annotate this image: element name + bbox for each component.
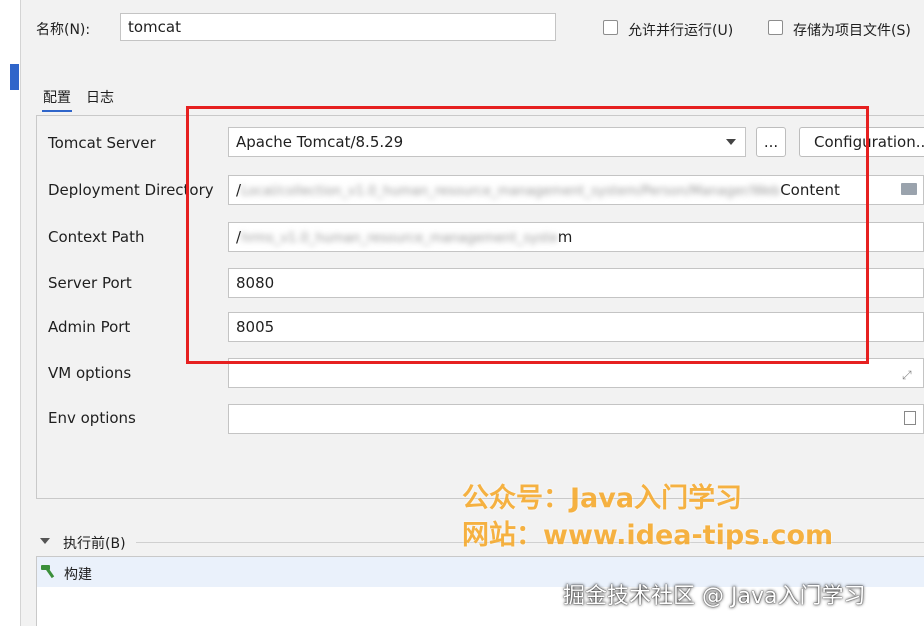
context-path-label: Context Path: [48, 228, 145, 246]
env-options-label: Env options: [48, 409, 136, 427]
name-label: 名称(N):: [36, 22, 91, 38]
before-launch-label[interactable]: 执行前(B): [63, 533, 126, 553]
allow-parallel-checkbox[interactable]: [603, 20, 618, 35]
folder-icon[interactable]: [901, 183, 917, 195]
watermark-line-3: 掘金技术社区 @ Java入门学习: [563, 584, 866, 609]
side-panel: [0, 0, 21, 626]
server-port-label: Server Port: [48, 274, 132, 292]
allow-parallel-label: 允许并行运行(U): [628, 23, 734, 39]
store-project-file-checkbox[interactable]: [768, 20, 783, 35]
chevron-down-icon[interactable]: [40, 538, 50, 544]
store-project-file-label: 存储为项目文件(S): [793, 23, 911, 39]
watermark-line-1: 公众号：Java入门学习: [462, 483, 743, 514]
hammer-icon: [41, 565, 55, 579]
tab-log[interactable]: 日志: [86, 87, 114, 107]
env-options-input[interactable]: [228, 404, 924, 434]
selected-config-indicator: [10, 64, 19, 90]
document-icon[interactable]: [904, 411, 916, 425]
admin-port-label: Admin Port: [48, 318, 131, 336]
vm-options-label: VM options: [48, 364, 132, 382]
build-label: 构建: [64, 567, 92, 583]
highlight-box: [186, 106, 869, 364]
tab-config[interactable]: 配置: [42, 87, 72, 112]
expand-icon[interactable]: ⤢: [902, 368, 912, 383]
name-input[interactable]: tomcat: [120, 13, 556, 41]
tomcat-server-label: Tomcat Server: [48, 134, 156, 152]
watermark-line-2: 网站：www.idea-tips.com: [462, 520, 834, 551]
